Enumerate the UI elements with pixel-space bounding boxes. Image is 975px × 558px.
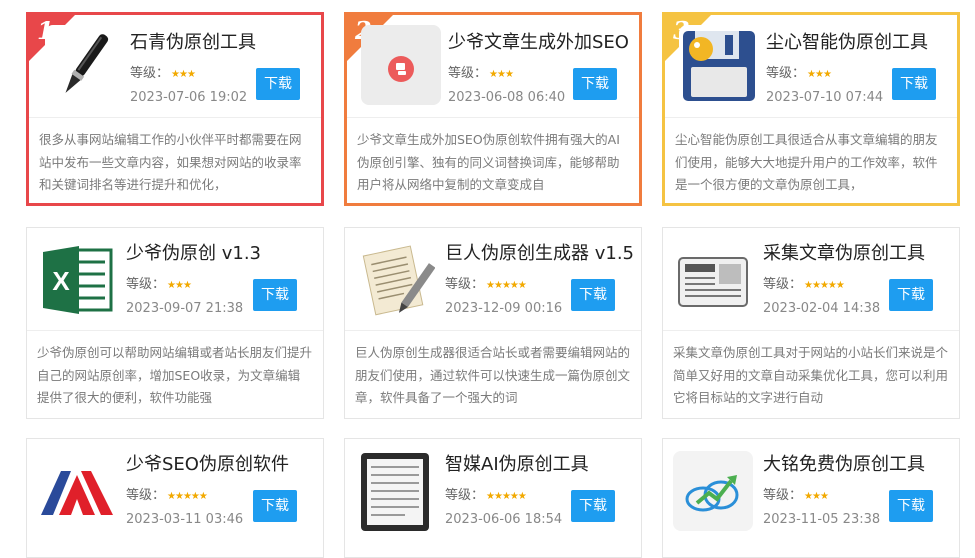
update-date: 2023-02-04 14:38	[763, 301, 881, 316]
svg-text:X: X	[52, 266, 70, 296]
grade-label: 等级：	[126, 488, 166, 503]
divider	[347, 117, 639, 118]
grade-label: 等级：	[766, 66, 806, 81]
download-button[interactable]: 下载	[892, 68, 936, 100]
download-button[interactable]: 下载	[573, 68, 617, 100]
software-card[interactable]: 少爷SEO伪原创软件 等级： ★★★★★ 2023-03-11 03:46 下载	[26, 438, 324, 558]
update-date: 2023-12-09 00:16	[445, 301, 563, 316]
grade-label: 等级：	[763, 488, 803, 503]
star-rating: ★★★	[489, 69, 514, 80]
software-card[interactable]: 采集文章伪原创工具 等级： ★★★★★ 2023-02-04 14:38 下载 采…	[662, 227, 960, 419]
software-card[interactable]: 智媒AI伪原创工具 等级： ★★★★★ 2023-06-06 18:54 下载	[344, 438, 642, 558]
grade-label: 等级：	[448, 66, 488, 81]
software-title[interactable]: 少爷SEO伪原创软件	[126, 454, 289, 476]
app-logo-icon	[361, 25, 441, 105]
software-description: 少爷伪原创可以帮助网站编辑或者站长朋友们提升自己的网站原创率，增加SEO收录，为…	[37, 345, 312, 405]
star-rating: ★★★	[171, 69, 196, 80]
grade-label: 等级：	[445, 277, 485, 292]
rating: 等级： ★★★	[763, 488, 829, 505]
red-logo-icon	[37, 451, 117, 531]
software-card[interactable]: X 少爷伪原创 v1.3 等级： ★★★ 2023-09-07 21:38 下载 …	[26, 227, 324, 419]
tablet-icon	[355, 451, 435, 531]
divider	[29, 117, 321, 118]
download-button[interactable]: 下载	[571, 279, 615, 311]
download-button[interactable]: 下载	[571, 490, 615, 522]
software-description: 尘心智能伪原创工具很适合从事文章编辑的朋友们使用，能够大大地提升用户的工作效率，…	[675, 132, 938, 192]
rating: 等级： ★★★	[126, 277, 192, 294]
software-title[interactable]: 少爷伪原创 v1.3	[126, 243, 261, 265]
star-rating: ★★★	[807, 69, 832, 80]
software-card[interactable]: 巨人伪原创生成器 v1.5 等级： ★★★★★ 2023-12-09 00:16 …	[344, 227, 642, 419]
software-grid: 1 石青伪原创工具 等级：★★★ 2023-07-06 19:02 下载 很多从…	[0, 0, 975, 558]
software-description: 少爷文章生成外加SEO伪原创软件拥有强大的AI伪原创引擎、独有的同义词替换词库，…	[357, 132, 620, 192]
rating: 等级： ★★★	[130, 66, 196, 83]
rating: 等级： ★★★★★	[445, 277, 527, 294]
update-date: 2023-07-06 19:02	[130, 90, 248, 105]
update-date: 2023-06-06 18:54	[445, 512, 563, 527]
divider	[27, 330, 323, 331]
cloud-chart-icon	[673, 451, 753, 531]
divider	[665, 117, 957, 118]
software-description: 很多从事网站编辑工作的小伙伴平时都需要在网站中发布一些文章内容，如果想对网站的收…	[39, 132, 302, 192]
grade-label: 等级：	[130, 66, 170, 81]
software-description: 巨人伪原创生成器很适合站长或者需要编辑网站的朋友们使用，通过软件可以快速生成一篇…	[355, 345, 630, 405]
update-date: 2023-11-05 23:38	[763, 512, 881, 527]
star-rating: ★★★	[167, 280, 192, 291]
download-button[interactable]: 下载	[889, 279, 933, 311]
download-button[interactable]: 下载	[253, 279, 297, 311]
software-title[interactable]: 智媒AI伪原创工具	[445, 454, 589, 476]
download-button[interactable]: 下载	[889, 490, 933, 522]
newspaper-icon	[673, 240, 753, 320]
star-rating: ★★★★★	[486, 280, 527, 291]
software-title[interactable]: 巨人伪原创生成器 v1.5	[445, 243, 634, 265]
download-button[interactable]: 下载	[256, 68, 300, 100]
update-date: 2023-06-08 06:40	[448, 90, 566, 105]
update-date: 2023-03-11 03:46	[126, 512, 244, 527]
document-pen-icon	[355, 240, 435, 320]
software-description: 采集文章伪原创工具对于网站的小站长们来说是个简单又好用的文章自动采集优化工具，您…	[673, 345, 948, 405]
software-title[interactable]: 尘心智能伪原创工具	[766, 32, 928, 54]
rating: 等级： ★★★★★	[445, 488, 527, 505]
star-rating: ★★★★★	[486, 491, 527, 502]
download-button[interactable]: 下载	[253, 490, 297, 522]
rating: 等级： ★★★★★	[126, 488, 208, 505]
divider	[663, 330, 959, 331]
divider	[345, 330, 641, 331]
pen-icon	[45, 25, 125, 105]
software-title[interactable]: 石青伪原创工具	[130, 32, 256, 54]
grade-label: 等级：	[126, 277, 166, 292]
software-title[interactable]: 采集文章伪原创工具	[763, 243, 925, 265]
update-date: 2023-09-07 21:38	[126, 301, 244, 316]
grade-label: 等级：	[763, 277, 803, 292]
grade-label: 等级：	[445, 488, 485, 503]
software-card[interactable]: 3 尘心智能伪原创工具 等级：★★★ 2023-07-10 07:44 下载 尘…	[662, 12, 960, 206]
update-date: 2023-07-10 07:44	[766, 90, 884, 105]
software-title[interactable]: 少爷文章生成外加SEO	[448, 32, 629, 54]
star-rating: ★★★★★	[167, 491, 208, 502]
software-title[interactable]: 大铭免费伪原创工具	[763, 454, 925, 476]
software-card[interactable]: 大铭免费伪原创工具 等级： ★★★ 2023-11-05 23:38 下载	[662, 438, 960, 558]
star-rating: ★★★★★	[804, 280, 845, 291]
rating: 等级： ★★★★★	[763, 277, 845, 294]
rating: 等级： ★★★	[448, 66, 514, 83]
excel-icon: X	[37, 240, 117, 320]
rating: 等级： ★★★	[766, 66, 832, 83]
floppy-disk-icon	[679, 25, 759, 105]
star-rating: ★★★	[804, 491, 829, 502]
software-card[interactable]: 2 少爷文章生成外加SEO 等级：★★★ 2023-06-08 06:40 下载…	[344, 12, 642, 206]
software-card[interactable]: 1 石青伪原创工具 等级：★★★ 2023-07-06 19:02 下载 很多从…	[26, 12, 324, 206]
